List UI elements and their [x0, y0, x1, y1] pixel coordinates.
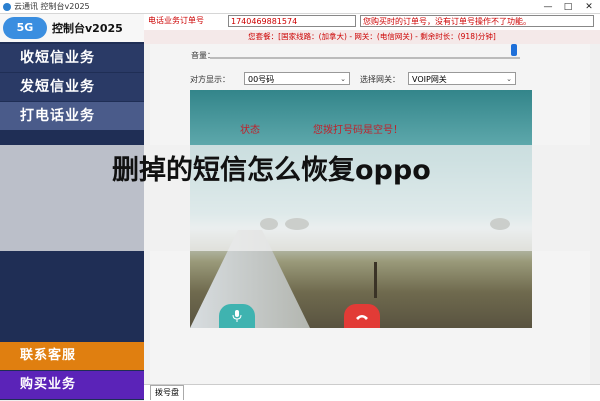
fence-post-scenery: [374, 262, 377, 298]
volume-slider-track[interactable]: [210, 57, 520, 59]
sidebar-item-receive-sms[interactable]: 收短信业务: [0, 44, 144, 72]
volume-slider-handle[interactable]: [510, 44, 517, 56]
microphone-icon: [232, 310, 242, 322]
hangup-icon: [356, 314, 368, 320]
logo-badge: 5G: [3, 17, 47, 39]
order-number-label: 电话业务订单号: [148, 16, 204, 25]
sidebar-item-send-sms[interactable]: 发短信业务: [0, 73, 144, 101]
order-number-input[interactable]: 1740469881574: [228, 15, 356, 27]
minimize-button[interactable]: —: [540, 0, 556, 14]
caller-display-select[interactable]: 00号码 ⌄: [244, 72, 350, 85]
bottom-tabbar: [144, 384, 600, 401]
window-titlebar: 云通讯 控制台v2025 — □ ✕: [0, 0, 600, 14]
window-title: 云通讯 控制台v2025: [14, 2, 90, 11]
contact-support-button[interactable]: 联系客服: [0, 342, 144, 370]
microphone-button[interactable]: [219, 304, 255, 328]
caller-display-value: 00号码: [248, 75, 275, 84]
logo-text: 控制台v2025: [52, 22, 123, 35]
overlay-title: 删掉的短信怎么恢复oppo: [112, 155, 431, 186]
chevron-down-icon: ⌄: [340, 75, 346, 83]
volume-label: 音量：: [191, 51, 215, 60]
call-status-message: 您拨打号码是空号！: [313, 125, 403, 136]
gateway-value: VOIP网关: [412, 75, 447, 84]
call-status-label: 状态: [240, 125, 260, 136]
sidebar-item-phone-call[interactable]: 打电话业务: [0, 102, 144, 130]
hangup-button[interactable]: [344, 304, 380, 328]
gateway-label: 选择网关：: [360, 75, 400, 84]
chevron-down-icon: ⌄: [506, 75, 512, 83]
maximize-button[interactable]: □: [560, 0, 576, 14]
buy-service-button[interactable]: 购买业务: [0, 371, 144, 399]
tab-dialpad[interactable]: 拨号盘: [150, 385, 184, 400]
gateway-select[interactable]: VOIP网关 ⌄: [408, 72, 516, 85]
close-button[interactable]: ✕: [581, 0, 597, 14]
package-info: 您套餐：[国家线路：(加拿大) - 网关：(电信网关) - 剩余时长：(918)…: [144, 30, 600, 44]
app-icon: [3, 3, 11, 11]
caller-display-label: 对方显示：: [190, 75, 230, 84]
logo: 5G 控制台v2025: [0, 14, 144, 42]
order-number-note: 您购买时的订单号，没有订单号操作不了功能。: [360, 15, 594, 27]
